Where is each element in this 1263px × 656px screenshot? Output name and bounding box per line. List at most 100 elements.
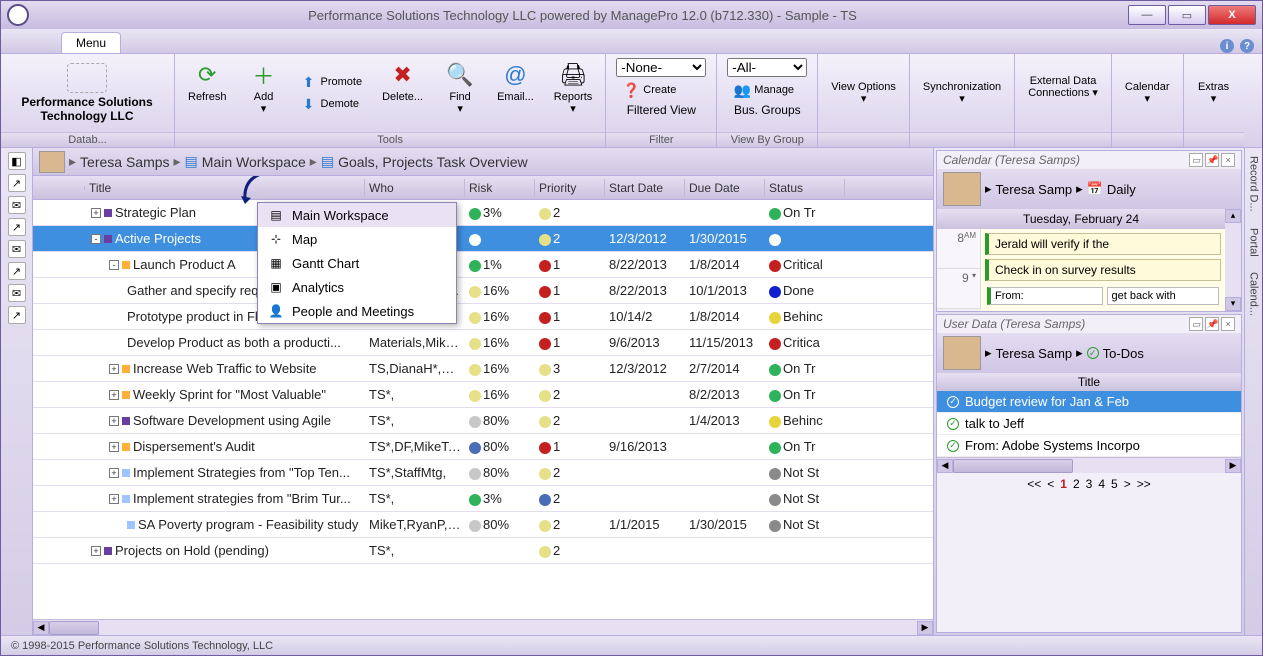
maximize-button[interactable]: ▭ [1168, 5, 1206, 25]
cal-bc-daily[interactable]: Daily [1107, 182, 1136, 197]
scroll-down[interactable]: ▾ [1225, 297, 1241, 311]
page-5[interactable]: 5 [1111, 477, 1118, 491]
email-button[interactable]: @Email... [490, 58, 541, 128]
find-button[interactable]: 🔍Find▾ [436, 58, 484, 128]
tree-expand-icon[interactable]: + [109, 416, 119, 426]
scroll-up[interactable]: ▴ [1225, 209, 1241, 223]
todo-col-title[interactable]: Title [937, 373, 1241, 391]
todo-item[interactable]: ✓Budget review for Jan & Feb [937, 391, 1241, 413]
panel-pin-icon[interactable]: 📌 [1205, 153, 1219, 167]
cal-bc-user[interactable]: Teresa Samp [996, 182, 1073, 197]
panel-close-icon[interactable]: × [1221, 153, 1235, 167]
rail-icon[interactable]: ✉ [8, 240, 26, 258]
minimize-button[interactable]: — [1128, 5, 1166, 25]
table-row[interactable]: -Launch Product AMariaS*,...1%18/22/2013… [33, 252, 933, 278]
ud-bc-todos[interactable]: To-Dos [1103, 346, 1144, 361]
rail-icon[interactable]: ◧ [8, 152, 26, 170]
refresh-button[interactable]: ⟳Refresh [181, 58, 234, 128]
scroll-thumb[interactable] [49, 621, 99, 635]
workspace-dropdown[interactable]: ▤Main Workspace ⊹Map ▦Gantt Chart ▣Analy… [257, 202, 457, 324]
rail-icon[interactable]: ✉ [8, 284, 26, 302]
manage-groups-button[interactable]: 👥Manage [727, 80, 807, 100]
panel-close-icon[interactable]: × [1221, 317, 1235, 331]
table-row[interactable]: +Strategic Plan3%2On Tr [33, 200, 933, 226]
tree-expand-icon[interactable]: + [91, 208, 101, 218]
ud-bc-user[interactable]: Teresa Samp [996, 346, 1073, 361]
cal-event[interactable]: Check in on survey results [985, 259, 1221, 281]
rail-icon[interactable]: ↗ [8, 306, 26, 324]
rail-icon[interactable]: ↗ [8, 218, 26, 236]
cal-from-field[interactable]: From: [987, 287, 1103, 305]
bc-workspace[interactable]: Main Workspace [202, 154, 306, 170]
view-options-button[interactable]: View Options▾ [824, 58, 903, 128]
group-select[interactable]: -All- [727, 58, 807, 77]
side-tab-calendar[interactable]: Calend... [1247, 264, 1261, 324]
rail-icon[interactable]: ↗ [8, 174, 26, 192]
menu-tab[interactable]: Menu [61, 32, 121, 53]
dd-gantt[interactable]: ▦Gantt Chart [258, 251, 456, 275]
col-start[interactable]: Start Date [605, 179, 685, 197]
promote-button[interactable]: ⬆Promote [294, 72, 370, 92]
group-label-view-by-group[interactable]: View By Group [717, 132, 817, 147]
rail-icon[interactable]: ↗ [8, 262, 26, 280]
close-button[interactable]: X [1208, 5, 1256, 25]
tree-expand-icon[interactable]: + [109, 494, 119, 504]
info-icon[interactable]: i [1220, 39, 1234, 53]
table-row[interactable]: +Dispersement's AuditTS*,DF,MikeT,...80%… [33, 434, 933, 460]
help-icon[interactable]: ? [1240, 39, 1254, 53]
todo-item[interactable]: ✓talk to Jeff [937, 413, 1241, 435]
tree-expand-icon[interactable]: + [91, 546, 101, 556]
dd-main-workspace[interactable]: ▤Main Workspace [258, 203, 456, 227]
create-filter-button[interactable]: ❓Create [616, 80, 706, 100]
table-row[interactable]: Develop Product as both a producti...Mat… [33, 330, 933, 356]
page-last[interactable]: >> [1137, 477, 1151, 491]
bc-view[interactable]: Goals, Projects Task Overview [338, 154, 528, 170]
cal-date[interactable]: Tuesday, February 24 [937, 209, 1225, 229]
calendar-button[interactable]: Calendar▾ [1118, 58, 1177, 128]
tree-expand-icon[interactable]: + [109, 468, 119, 478]
h-scrollbar[interactable]: ◀ ▶ [33, 619, 933, 635]
demote-button[interactable]: ⬇Demote [294, 94, 370, 114]
col-who[interactable]: Who [365, 179, 465, 197]
col-status[interactable]: Status [765, 179, 845, 197]
dd-people[interactable]: 👤People and Meetings [258, 299, 456, 323]
add-button[interactable]: ＋Add▾ [240, 58, 288, 128]
table-row[interactable]: +Projects on Hold (pending)TS*,2 [33, 538, 933, 564]
col-title[interactable]: Title [85, 179, 365, 197]
table-row[interactable]: +Implement Strategies from "Top Ten...TS… [33, 460, 933, 486]
tree-expand-icon[interactable]: + [109, 364, 119, 374]
group-label-filter[interactable]: Filter [606, 132, 716, 147]
group-label-database[interactable]: Datab... [1, 132, 174, 147]
reports-button[interactable]: 🖨Reports▾ [547, 58, 600, 128]
table-row[interactable]: +Implement strategies from "Brim Tur...T… [33, 486, 933, 512]
side-tab-portal[interactable]: Portal [1247, 220, 1261, 265]
col-due[interactable]: Due Date [685, 179, 765, 197]
page-next[interactable]: > [1124, 477, 1131, 491]
rail-icon[interactable]: ✉ [8, 196, 26, 214]
tree-expand-icon[interactable]: - [91, 234, 101, 244]
tree-expand-icon[interactable]: + [109, 442, 119, 452]
bc-user[interactable]: Teresa Samps [80, 154, 169, 170]
table-row[interactable]: Prototype product in Flash and rec...Mar… [33, 304, 933, 330]
cal-getback-field[interactable]: get back with [1107, 287, 1220, 305]
table-row[interactable]: +Weekly Sprint for "Most Valuable"TS*,16… [33, 382, 933, 408]
panel-collapse-icon[interactable]: ▭ [1189, 317, 1203, 331]
delete-button[interactable]: ✖Delete... [375, 58, 430, 128]
side-tab-record[interactable]: Record D... [1247, 148, 1261, 220]
tree-expand-icon[interactable]: + [109, 390, 119, 400]
todo-h-scroll[interactable]: ◀▶ [937, 457, 1241, 473]
external-data-button[interactable]: External DataConnections ▾ [1021, 58, 1105, 128]
todo-item[interactable]: ✓From: Adobe Systems Incorpo [937, 435, 1241, 457]
cal-event[interactable]: Jerald will verify if the [985, 233, 1221, 255]
scroll-left[interactable]: ◀ [33, 621, 49, 635]
table-row[interactable]: Gather and specify requirementsDianaH,Ry… [33, 278, 933, 304]
extras-button[interactable]: Extras▾ [1190, 58, 1238, 128]
table-row[interactable]: -Active Projects212/3/20121/30/2015 [33, 226, 933, 252]
page-1[interactable]: 1 [1060, 477, 1067, 491]
tree-expand-icon[interactable]: - [109, 260, 119, 270]
table-row[interactable]: +Increase Web Traffic to WebsiteTS,Diana… [33, 356, 933, 382]
dd-map[interactable]: ⊹Map [258, 227, 456, 251]
panel-collapse-icon[interactable]: ▭ [1189, 153, 1203, 167]
col-risk[interactable]: Risk [465, 179, 535, 197]
scroll-right[interactable]: ▶ [917, 621, 933, 635]
